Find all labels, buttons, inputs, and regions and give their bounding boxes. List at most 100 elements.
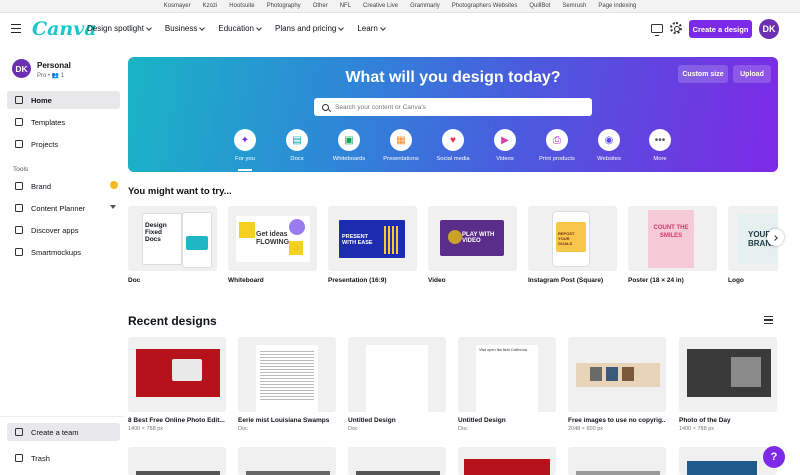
sidebar-item-create-team[interactable]: Create a team <box>7 423 120 441</box>
bookmark-link[interactable]: Photography <box>267 3 301 9</box>
category-more[interactable]: ••• More <box>630 129 690 162</box>
category-for-you[interactable]: ✦ For you <box>215 129 275 171</box>
recent-design-card[interactable]: Eerie mist Louisiana Swamps Doc <box>238 337 336 432</box>
recent-design-card[interactable] <box>348 447 446 475</box>
avatar: DK <box>12 59 31 78</box>
recent-design-card[interactable] <box>568 447 666 475</box>
list-view-icon[interactable] <box>764 316 773 324</box>
recent-design-card[interactable]: 8 Best Free Online Photo Edit... 1400 × … <box>128 337 226 432</box>
template-thumbnail: COUNT THE SMILES <box>628 206 717 271</box>
bookmark-link[interactable]: Kzozi <box>203 3 218 9</box>
category-whiteboards[interactable]: ▣ Whiteboards <box>319 129 379 162</box>
category-social-media[interactable]: ♥ Social media <box>423 129 483 162</box>
bookmark-link[interactable]: Photographers Websites <box>452 3 518 9</box>
sidebar-item-projects[interactable]: Projects <box>7 135 120 153</box>
recent-design-card[interactable]: Visit open flat field California Untitle… <box>458 337 556 432</box>
upload-button[interactable]: Upload <box>733 65 771 83</box>
sidebar-item-smartmockups[interactable]: Smartmockups <box>7 243 120 261</box>
design-meta: 2048 × 600 px <box>568 426 604 432</box>
recent-design-card[interactable] <box>458 447 556 475</box>
recent-design-card[interactable]: Photo of the Day 1400 × 788 px <box>679 337 777 432</box>
bookmark-link[interactable]: Semrush <box>562 3 586 9</box>
design-title: Untitled Design <box>458 417 506 424</box>
recent-design-card[interactable] <box>679 447 777 475</box>
avatar[interactable]: DK <box>759 19 779 39</box>
template-label: Doc <box>128 277 141 284</box>
category-label: Presentations <box>383 156 419 162</box>
template-thumbnail: REPOST YOUR GOALS <box>528 206 617 271</box>
recent-design-card[interactable] <box>128 447 226 475</box>
design-thumbnail <box>568 337 666 412</box>
category-label: Docs <box>290 156 304 162</box>
carousel-next-button[interactable] <box>767 229 784 246</box>
category-presentations[interactable]: ▦ Presentations <box>371 129 431 162</box>
design-meta: Doc <box>458 426 468 432</box>
menu-icon[interactable] <box>11 24 21 34</box>
create-design-button[interactable]: Create a design <box>689 20 752 38</box>
more-icon: ••• <box>649 129 671 151</box>
bookmark-link[interactable]: Grammarly <box>410 3 440 9</box>
design-thumbnail <box>348 337 446 412</box>
template-card-doc[interactable]: Design Fixed Docs Doc <box>128 206 217 284</box>
gear-icon[interactable] <box>670 22 682 34</box>
presentation-icon: ▦ <box>390 129 412 151</box>
nav-plans-pricing[interactable]: Plans and pricing <box>275 24 345 33</box>
sidebar-item-label: Trash <box>31 453 50 463</box>
bookmark-link[interactable]: Kosmayer <box>164 3 191 9</box>
sidebar-item-discover-apps[interactable]: Discover apps <box>7 221 120 239</box>
template-label: Logo <box>728 277 744 284</box>
bookmark-link[interactable]: Other <box>313 3 328 9</box>
template-thumb-text: COUNT THE SMILES <box>653 225 689 239</box>
nav-education[interactable]: Education <box>218 24 262 33</box>
monitor-icon[interactable] <box>651 24 663 36</box>
trash-icon <box>15 454 23 462</box>
sidebar-item-templates[interactable]: Templates <box>7 113 120 131</box>
design-thumbnail <box>238 337 336 412</box>
recent-design-card[interactable] <box>238 447 336 475</box>
sidebar-item-label: Home <box>31 95 52 105</box>
profile-switcher[interactable]: DK Personal Pro • 👥 1 <box>12 59 71 79</box>
category-label: Print products <box>539 156 575 162</box>
sidebar-item-home[interactable]: Home <box>7 91 120 109</box>
bookmark-link[interactable]: Creative Live <box>363 3 398 9</box>
template-card-whiteboard[interactable]: Get ideas FLOWING Whiteboard <box>228 206 317 284</box>
recent-design-card[interactable]: Free images to use no copyrig... 2048 × … <box>568 337 666 432</box>
template-thumb-text: REPOST YOUR GOALS <box>558 231 575 246</box>
template-card-instagram-post[interactable]: REPOST YOUR GOALS Instagram Post (Square… <box>528 206 617 284</box>
nav-label: Business <box>164 24 198 33</box>
website-icon: ◉ <box>598 129 620 151</box>
print-icon: ⎙ <box>546 129 568 151</box>
nav-learn[interactable]: Learn <box>357 24 386 33</box>
sidebar-item-content-planner[interactable]: Content Planner <box>7 199 120 217</box>
template-thumb-text: PLAY WITH VIDEO <box>462 232 495 244</box>
template-card-poster[interactable]: COUNT THE SMILES Poster (18 × 24 in) <box>628 206 717 284</box>
template-label: Video <box>428 277 446 284</box>
folder-icon <box>15 140 23 148</box>
nav-design-spotlight[interactable]: Design spotlight <box>87 24 152 33</box>
category-print-products[interactable]: ⎙ Print products <box>527 129 587 162</box>
sidebar-item-brand[interactable]: Brand <box>7 177 120 195</box>
nav-business[interactable]: Business <box>164 24 206 33</box>
tools-heading: Tools <box>13 166 29 173</box>
template-card-video[interactable]: PLAY WITH VIDEO Video <box>428 206 517 284</box>
category-videos[interactable]: ▶ Videos <box>475 129 535 162</box>
chevron-down-icon[interactable] <box>110 205 116 209</box>
template-card-presentation[interactable]: PRESENT WITH EASE Presentation (16:9) <box>328 206 417 284</box>
category-docs[interactable]: ▤ Docs <box>267 129 327 162</box>
sidebar-item-trash[interactable]: Trash <box>7 449 120 467</box>
search-bar[interactable] <box>314 98 592 116</box>
bookmark-link[interactable]: Page indexing <box>598 3 636 9</box>
design-meta: Doc <box>348 426 358 432</box>
template-thumb-text: PRESENT WITH EASE <box>342 234 373 246</box>
help-button[interactable]: ? <box>763 446 785 468</box>
doc-heading-text: Visit open flat field California <box>479 348 527 352</box>
bookmark-link[interactable]: NFL <box>340 3 351 9</box>
heart-icon: ♥ <box>442 129 464 151</box>
recent-design-card[interactable]: Untitled Design Doc <box>348 337 446 432</box>
bookmark-link[interactable]: QuillBot <box>529 3 550 9</box>
bookmark-link[interactable]: Hootsuite <box>229 3 254 9</box>
custom-size-button[interactable]: Custom size <box>678 65 728 83</box>
design-title: Free images to use no copyrig... <box>568 417 666 424</box>
search-input[interactable] <box>335 103 575 111</box>
templates-icon <box>15 118 23 126</box>
